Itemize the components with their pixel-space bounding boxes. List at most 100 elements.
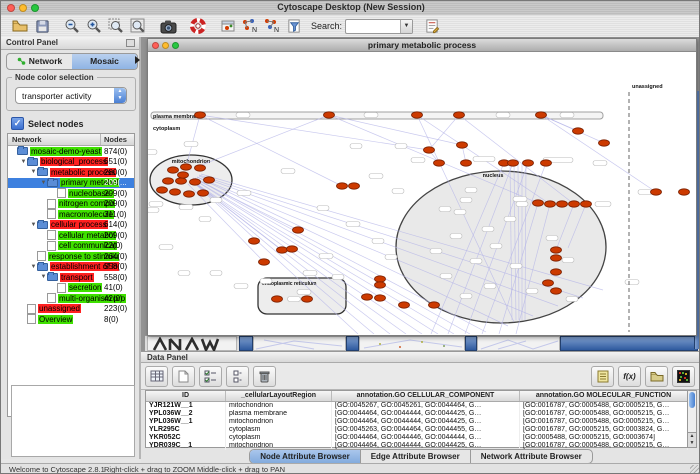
tree-row[interactable]: ▼cellular process614(0) (8, 220, 134, 231)
network-node[interactable] (293, 227, 304, 233)
network-node[interactable] (523, 160, 534, 166)
zoom-fit-button[interactable] (127, 16, 149, 36)
network-node[interactable] (157, 187, 168, 193)
resize-grip[interactable] (690, 465, 699, 474)
tree-row[interactable]: nucleobase-209(0) (8, 188, 134, 199)
network-node[interactable] (551, 288, 562, 294)
network-node[interactable] (375, 276, 386, 282)
expand-arrow-icon[interactable]: ▼ (30, 169, 37, 175)
tree-row[interactable]: response to stimulu264(0) (8, 251, 134, 262)
network-view-titlebar[interactable]: primary metabolic process (148, 39, 696, 52)
network-node[interactable] (679, 189, 690, 195)
expand-arrow-icon[interactable]: ▼ (20, 159, 27, 165)
attribute-table-button[interactable] (145, 366, 168, 387)
tree-row[interactable]: multi-organism pro42(0) (8, 293, 134, 304)
network-node[interactable] (508, 160, 519, 166)
formula-button[interactable]: f(x) (618, 366, 641, 387)
tab-network[interactable]: Network (7, 54, 72, 69)
network-node[interactable] (551, 269, 562, 275)
tree-row[interactable]: cellular metabol209(0) (8, 230, 134, 241)
save-session-button[interactable] (31, 16, 53, 36)
table-row[interactable]: YPL036W__2plasma membrane[GO:0044464, GO… (146, 410, 688, 418)
network-node[interactable] (651, 189, 662, 195)
network-node[interactable] (543, 280, 554, 286)
search-dropdown-arrow[interactable]: ▼ (400, 20, 412, 33)
network-node[interactable] (551, 255, 562, 261)
network-node[interactable] (434, 160, 445, 166)
network-node[interactable] (198, 190, 209, 196)
node-color-select[interactable]: transporter activity ▲▼ (15, 87, 127, 104)
plugin-button-3[interactable]: N (261, 16, 283, 36)
network-node[interactable] (204, 177, 215, 183)
search-input[interactable]: ▼ (345, 19, 413, 34)
network-node[interactable] (178, 172, 189, 178)
network-node[interactable] (362, 294, 373, 300)
network-node[interactable] (176, 178, 187, 184)
network-node[interactable] (195, 112, 206, 118)
network-node[interactable] (287, 246, 298, 252)
expand-arrow-icon[interactable]: ▼ (30, 264, 37, 270)
delete-attribute-button[interactable] (253, 366, 276, 387)
network-node[interactable] (168, 167, 179, 173)
column-header[interactable]: _cellularLayoutRegion (226, 391, 332, 401)
table-row[interactable]: YLR295Ccytoplasm[GO:0045263, GO:0044464,… (146, 426, 688, 434)
network-node[interactable] (533, 200, 544, 206)
network-node[interactable] (349, 183, 360, 189)
expand-arrow-icon[interactable]: ▼ (30, 222, 37, 228)
tree-col-nodes[interactable]: Nodes (104, 135, 127, 144)
tree-row[interactable]: ▼metabolic process280(0) (8, 167, 134, 178)
network-node[interactable] (195, 165, 206, 171)
help-button[interactable] (187, 16, 209, 36)
network-node[interactable] (457, 142, 468, 148)
network-node[interactable] (557, 201, 568, 207)
table-scrollbar[interactable]: ▲▼ (687, 390, 697, 448)
filter-button[interactable] (283, 16, 305, 36)
tab-scroll-arrow-icon[interactable] (135, 56, 140, 64)
tree-col-network[interactable]: Network (12, 135, 42, 144)
network-node[interactable] (337, 183, 348, 189)
column-header[interactable]: annotation.GO CELLULAR_COMPONENT (332, 391, 520, 401)
browser-tab-3[interactable]: Network Attribute Browser (471, 450, 592, 463)
annotation-button[interactable] (421, 16, 443, 36)
zoom-in-button[interactable] (83, 16, 105, 36)
select-nodes-checkbox[interactable]: ✓ (11, 117, 24, 130)
tree-row[interactable]: unassigned223(0) (8, 304, 134, 315)
network-node[interactable] (536, 112, 547, 118)
tree-row[interactable]: ▼transport558(0) (8, 272, 134, 283)
network-node[interactable] (375, 295, 386, 301)
network-node[interactable] (181, 164, 192, 170)
network-node[interactable] (375, 282, 386, 288)
network-node[interactable] (461, 160, 472, 166)
column-header[interactable]: annotation.GO MOLECULAR_FUNCTION (520, 391, 688, 401)
network-node[interactable] (302, 296, 313, 302)
new-attribute-button[interactable] (172, 366, 195, 387)
browser-tab-1[interactable]: Node Attribute Browser (250, 450, 361, 463)
network-node[interactable] (412, 112, 423, 118)
scrollbar-arrows[interactable]: ▲▼ (688, 432, 696, 447)
network-node[interactable] (249, 238, 260, 244)
zoom-out-button[interactable] (61, 16, 83, 36)
network-node[interactable] (277, 247, 288, 253)
zoom-selected-button[interactable] (105, 16, 127, 36)
network-node[interactable] (454, 112, 465, 118)
network-node[interactable] (324, 112, 335, 118)
browser-tab-2[interactable]: Edge Attribute Browser (361, 450, 471, 463)
table-row[interactable]: YKR052Ccytoplasm[GO:0044464, GO:0044446,… (146, 434, 688, 442)
expand-arrow-icon[interactable]: ▼ (40, 274, 47, 280)
tree-row[interactable]: ▼primary metabol209(... (8, 178, 134, 189)
tree-row[interactable]: secretion41(0) (8, 283, 134, 294)
heatmap-button[interactable] (672, 366, 695, 387)
birds-eye-view[interactable] (11, 385, 135, 457)
network-node[interactable] (545, 201, 556, 207)
plugin-button-1[interactable] (217, 16, 239, 36)
column-header[interactable]: ID (146, 391, 226, 401)
expand-arrow-icon[interactable]: ▼ (40, 180, 47, 186)
tab-mosaic[interactable]: Mosaic (72, 54, 137, 69)
network-node[interactable] (581, 201, 592, 207)
tree-row[interactable]: ▼biological_process651(0) (8, 157, 134, 168)
tree-row[interactable]: cell communicat22(0) (8, 241, 134, 252)
network-node[interactable] (599, 140, 610, 146)
plugin-button-2[interactable]: N (239, 16, 261, 36)
network-canvas[interactable]: plasma membranecytoplasmmitochondrionnuc… (148, 52, 694, 334)
network-node[interactable] (259, 259, 270, 265)
